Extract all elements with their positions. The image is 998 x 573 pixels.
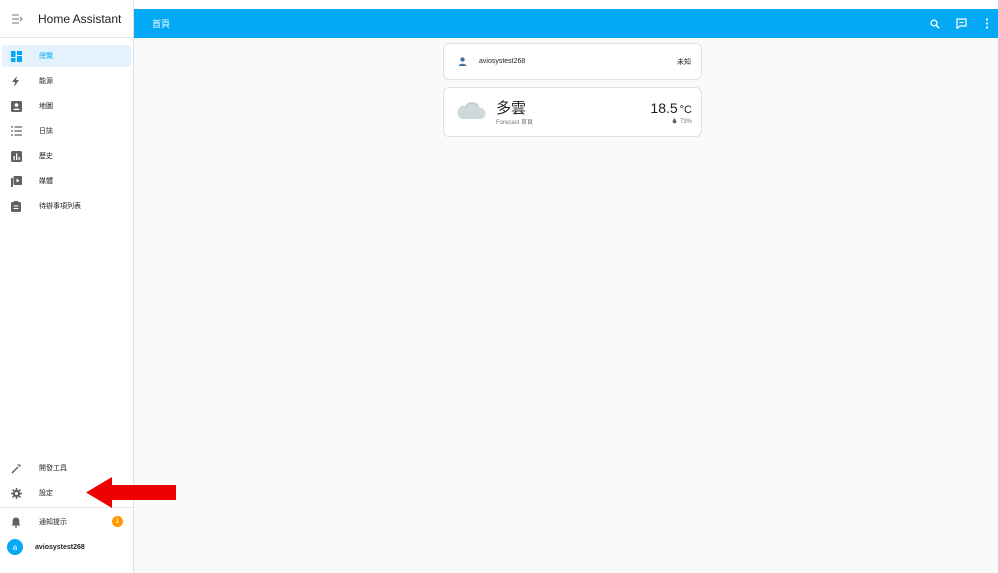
clipboard-list-icon	[10, 200, 22, 212]
lightning-icon	[10, 75, 22, 87]
app-title: Home Assistant	[38, 11, 122, 26]
list-icon	[10, 125, 22, 137]
avatar: a	[7, 539, 23, 555]
user-name: aviosystest268	[35, 543, 85, 551]
bell-icon	[10, 516, 22, 528]
sidebar-item-todo[interactable]: 待辦事項列表	[2, 195, 131, 217]
more-vert-icon[interactable]	[980, 17, 994, 31]
sidebar-item-energy[interactable]: 能源	[2, 70, 131, 92]
humidity-value: 73%	[679, 119, 692, 125]
page-title: 首頁	[152, 19, 171, 29]
assist-chat-icon[interactable]	[954, 17, 968, 31]
sidebar-item-label: 通知提示	[39, 519, 67, 526]
topbar-actions	[928, 17, 998, 31]
temperature-unit: °C	[679, 104, 692, 116]
sidebar-item-media[interactable]: 媒體	[2, 170, 131, 192]
sidebar-item-label: 待辦事項列表	[39, 203, 81, 210]
annotation-arrow-icon	[86, 477, 176, 513]
sidebar-item-label: 開發工具	[39, 465, 67, 472]
temperature-value: 18.5	[650, 100, 678, 116]
sidebar-item-label: 地圖	[39, 103, 53, 110]
account-box-icon	[10, 100, 22, 112]
sidebar-item-label: 總覽	[39, 53, 53, 60]
sidebar-item-overview[interactable]: 總覽	[2, 45, 131, 67]
sidebar-item-label: 媒體	[39, 178, 53, 185]
weather-forecast-card[interactable]: 多雲 Forecast 首頁 18.5 °C 73%	[443, 87, 702, 137]
weather-condition: 多雲	[496, 100, 527, 117]
sidebar-item-label: 日誌	[39, 128, 53, 135]
cloudy-icon	[454, 98, 486, 125]
weather-humidity: 73%	[672, 118, 692, 126]
sidebar-item-logbook[interactable]: 日誌	[2, 120, 131, 142]
notification-badge: 1	[112, 516, 123, 527]
sidebar-item-map[interactable]: 地圖	[2, 95, 131, 117]
sidebar-item-developer-tools[interactable]: 開發工具	[2, 457, 132, 479]
person-name: aviosystest268	[479, 58, 526, 65]
sidebar-item-label: 歷史	[39, 153, 53, 160]
search-icon[interactable]	[928, 17, 942, 31]
weather-temperature: 18.5 °C	[650, 100, 692, 116]
sidebar-item-label: 設定	[39, 490, 53, 497]
top-app-bar: 首頁	[134, 9, 998, 38]
hammer-icon	[10, 462, 22, 474]
weather-forecast-name: Forecast 首頁	[496, 120, 534, 126]
person-icon	[458, 53, 467, 71]
dashboard-view: aviosystest268 未知 多雲 Forecast 首頁 18.5 °C …	[134, 38, 998, 573]
dashboard-icon	[10, 50, 22, 62]
play-box-icon	[10, 175, 22, 187]
person-entity-card[interactable]: aviosystest268 未知	[443, 43, 702, 80]
sidebar-item-label: 能源	[39, 78, 53, 85]
sidebar-item-user[interactable]: a aviosystest268	[2, 536, 132, 558]
chart-box-icon	[10, 150, 22, 162]
sidebar-header: Home Assistant	[0, 0, 133, 38]
menu-toggle-icon[interactable]	[10, 11, 26, 27]
water-drop-icon	[672, 118, 677, 126]
sidebar-item-notifications[interactable]: 通知提示 1	[2, 511, 132, 533]
person-state: 未知	[677, 58, 691, 66]
sidebar-item-history[interactable]: 歷史	[2, 145, 131, 167]
gear-icon	[10, 487, 22, 499]
sidebar-nav: 總覽 能源 地圖 日誌 歷史 媒體 待辦事項列表	[0, 38, 133, 217]
